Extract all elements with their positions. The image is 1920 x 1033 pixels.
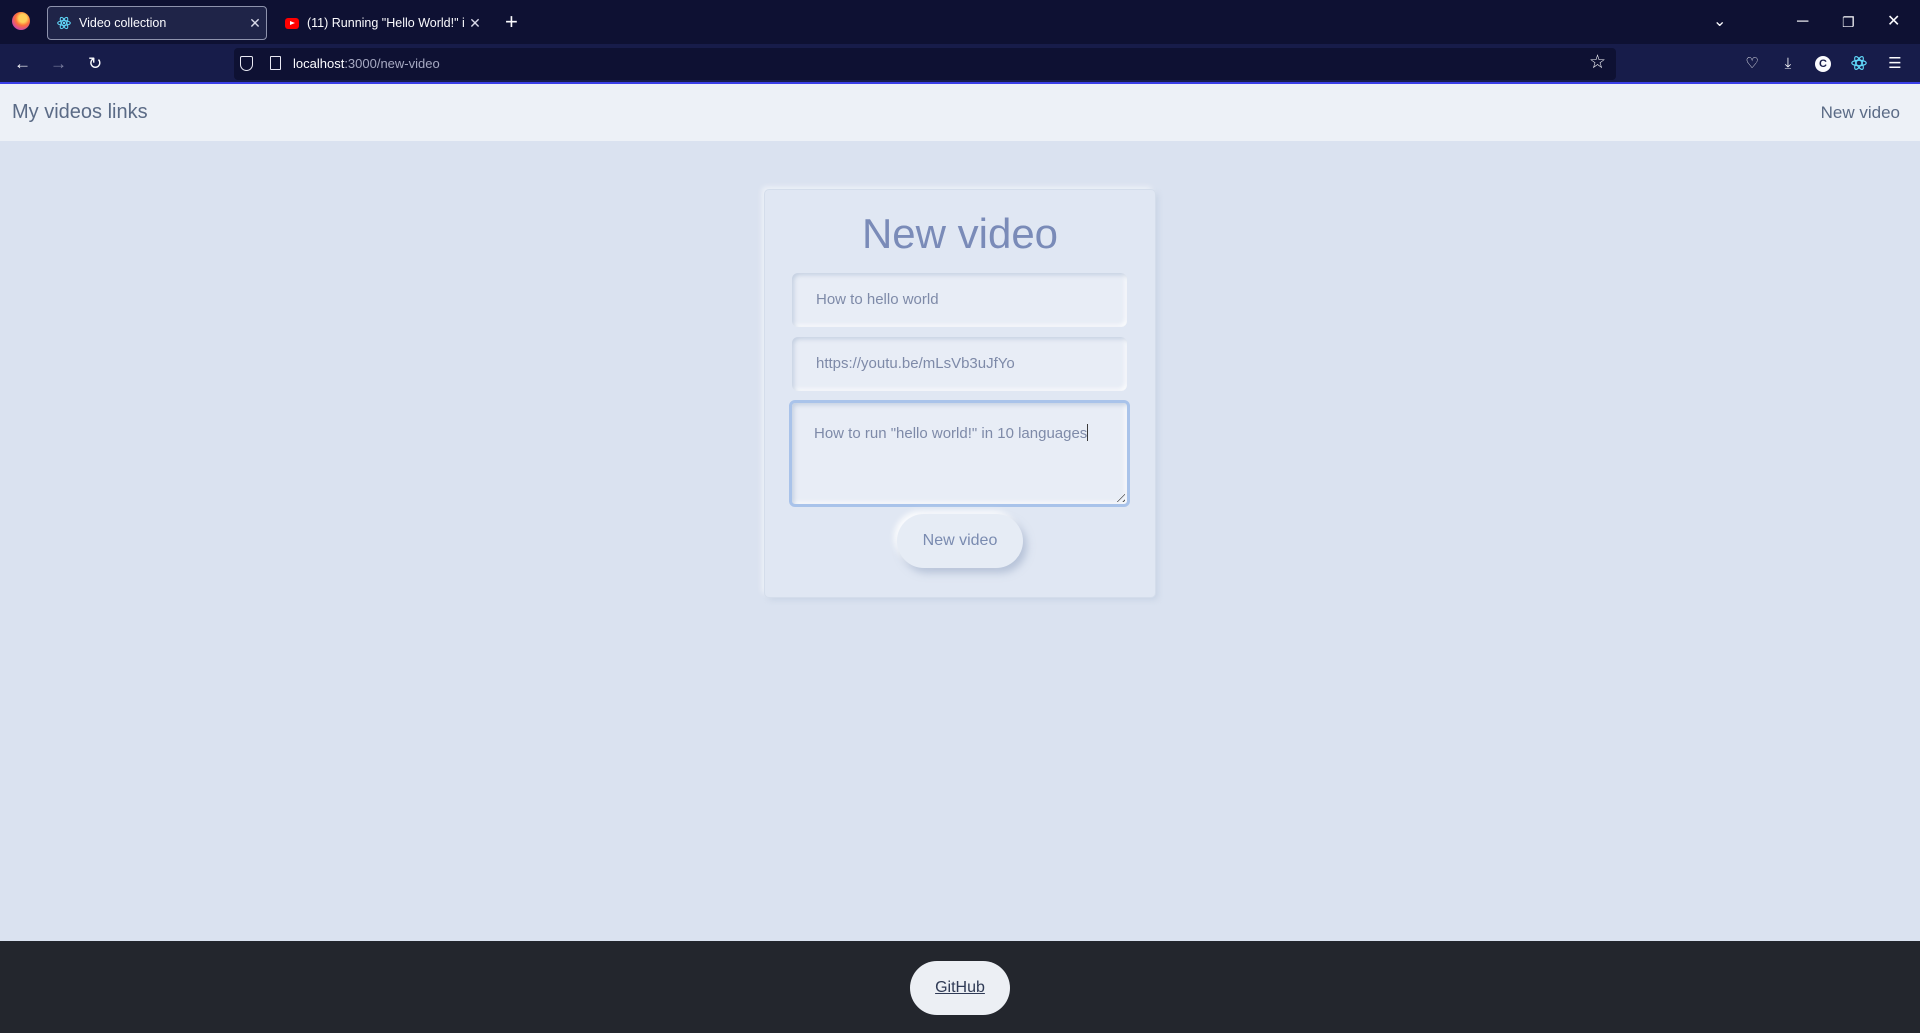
form-title: New video [861,210,1059,257]
resize-handle-icon[interactable] [1113,490,1125,502]
minimize-icon[interactable]: ─ [1797,9,1808,35]
hamburger-menu-icon[interactable]: ☰ [1886,54,1904,72]
url-bar[interactable]: localhost:3000/new-video ☆ [234,48,1616,80]
text-caret [1087,424,1089,441]
close-tab-icon[interactable]: ✕ [464,15,486,32]
video-description-textarea[interactable]: How to run "hello world!" in 10 language… [789,400,1130,507]
new-video-nav-link[interactable]: New video [1821,103,1900,123]
tab-title: (11) Running "Hello World!" in [307,16,464,30]
github-link-button[interactable]: GitHub [910,961,1010,1015]
youtube-icon [285,16,299,30]
downloads-icon[interactable]: ⤓ [1779,54,1797,72]
close-window-icon[interactable]: ✕ [1887,9,1900,35]
react-devtools-icon[interactable] [1850,54,1868,72]
description-text: How to run "hello world!" in 10 language… [814,425,1088,442]
account-icon[interactable]: C [1815,56,1831,72]
page-header: My videos links New video [0,84,1920,141]
close-tab-icon[interactable]: ✕ [244,15,266,32]
restore-icon[interactable]: ❐ [1842,9,1855,35]
new-video-form: New video How to hello world https://you… [765,190,1155,597]
browser-nav-bar: ← → ↻ localhost:3000/new-video ☆ ♡ ⤓ C ☰ [0,44,1920,84]
url-text[interactable]: localhost:3000/new-video [293,56,440,71]
browser-tab-bar: Video collection ✕ (11) Running "Hello W… [0,0,1920,44]
back-icon[interactable]: ← [14,51,31,77]
bookmark-star-icon[interactable]: ☆ [1589,51,1606,74]
tab-youtube[interactable]: (11) Running "Hello World!" in ✕ [276,6,486,40]
submit-new-video-button[interactable]: New video [897,514,1023,568]
page-footer: GitHub [0,941,1920,1033]
reload-icon[interactable]: ↻ [88,51,102,77]
tab-video-collection[interactable]: Video collection ✕ [47,6,267,40]
page-info-icon[interactable] [270,56,281,70]
react-icon [57,16,71,30]
new-tab-button[interactable]: + [505,9,518,35]
tab-title: Video collection [79,16,167,30]
video-url-input[interactable]: https://youtu.be/mLsVb3uJfYo [792,337,1127,391]
list-all-tabs-icon[interactable]: ⌄ [1713,9,1726,35]
forward-icon[interactable]: → [50,51,67,77]
video-title-input[interactable]: How to hello world [792,273,1127,327]
pocket-icon[interactable]: ♡ [1743,54,1761,72]
firefox-menu-icon[interactable] [12,12,30,30]
site-title[interactable]: My videos links [12,101,148,124]
tracking-shield-icon[interactable] [240,56,253,71]
